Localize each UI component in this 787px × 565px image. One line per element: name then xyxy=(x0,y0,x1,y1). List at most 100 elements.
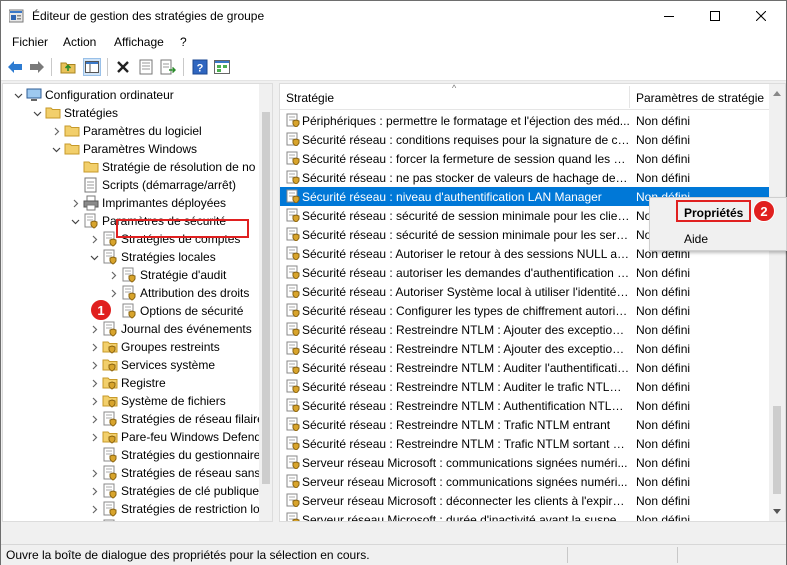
column-divider[interactable] xyxy=(629,86,630,108)
close-button[interactable] xyxy=(738,1,784,31)
maximize-button[interactable] xyxy=(692,1,738,31)
tree-item-label: Stratégie d'audit xyxy=(140,268,227,282)
context-menu-help[interactable]: Aide xyxy=(650,228,786,250)
menu-affichage[interactable]: Affichage xyxy=(114,35,164,49)
policy-name: Sécurité réseau : conditions requises po… xyxy=(302,133,630,147)
column-header-strategie[interactable]: Stratégie xyxy=(286,91,334,105)
back-button[interactable] xyxy=(6,58,24,76)
chevron-right-icon[interactable] xyxy=(86,231,102,247)
tree-item[interactable]: Paramètres Windows xyxy=(48,140,197,158)
view-button[interactable] xyxy=(213,58,231,76)
tree-item[interactable]: Paramètres du logiciel xyxy=(48,122,202,140)
policy-row[interactable]: Sécurité réseau : Restreindre NTLM : Tra… xyxy=(280,434,769,453)
menu-fichier[interactable]: Fichier xyxy=(12,35,48,49)
tree-item[interactable]: Stratégies de réseau sans xyxy=(86,464,260,482)
export-list-button[interactable] xyxy=(159,58,177,76)
policy-row[interactable]: Sécurité réseau : ne pas stocker de vale… xyxy=(280,168,769,187)
security-icon xyxy=(121,267,137,283)
policy-row[interactable]: Sécurité réseau : Autoriser Système loca… xyxy=(280,282,769,301)
menu-action[interactable]: Action xyxy=(63,35,96,49)
chevron-down-icon[interactable] xyxy=(86,249,102,265)
chevron-down-icon[interactable] xyxy=(10,87,26,103)
help-button[interactable]: ? xyxy=(191,58,209,76)
tree-item[interactable]: Scripts (démarrage/arrêt) xyxy=(67,176,236,194)
chevron-down-icon[interactable] xyxy=(48,141,64,157)
scroll-up-icon[interactable] xyxy=(773,90,781,96)
tree-item-label: Attribution des droits xyxy=(140,286,250,300)
list-scrollbar[interactable] xyxy=(769,84,785,521)
policy-row[interactable]: Sécurité réseau : autoriser les demandes… xyxy=(280,263,769,282)
chevron-right-icon[interactable] xyxy=(105,267,121,283)
tree-item[interactable]: Journal des événements xyxy=(86,320,252,338)
tree-item[interactable]: Stratégies du gestionnaire xyxy=(86,446,260,464)
tree-item[interactable]: Configuration ordinateur xyxy=(10,86,174,104)
tree-scrollbar[interactable] xyxy=(259,84,272,521)
sort-arrow-icon: ^ xyxy=(452,83,457,93)
chevron-right-icon[interactable] xyxy=(86,519,102,521)
tree-item[interactable]: Pare-feu Windows Defend xyxy=(86,428,261,446)
scroll-down-icon[interactable] xyxy=(773,509,781,515)
tree-item[interactable]: Groupes restreints xyxy=(86,338,220,356)
policy-row[interactable]: Sécurité réseau : conditions requises po… xyxy=(280,130,769,149)
policy-row[interactable]: Sécurité réseau : Restreindre NTLM : Ajo… xyxy=(280,339,769,358)
tree-item[interactable]: Stratégies de réseau filaire xyxy=(86,410,264,428)
tree-item[interactable]: Stratégie d'audit xyxy=(105,266,226,284)
chevron-right-icon[interactable] xyxy=(86,339,102,355)
minimize-button[interactable] xyxy=(646,1,692,31)
policy-row[interactable]: Sécurité réseau : Configurer les types d… xyxy=(280,301,769,320)
policy-row[interactable]: Sécurité réseau : Restreindre NTLM : Aud… xyxy=(280,377,769,396)
delete-button[interactable] xyxy=(114,58,132,76)
policy-name: Sécurité réseau : sécurité de session mi… xyxy=(302,209,630,223)
chevron-right-icon[interactable] xyxy=(86,465,102,481)
tree-item[interactable]: Stratégie de résolution de no xyxy=(67,158,255,176)
tree-item[interactable]: Stratégies de contrôle xyxy=(86,518,238,521)
policy-row[interactable]: Périphériques : permettre le formatage e… xyxy=(280,111,769,130)
tree-scrollbar-thumb[interactable] xyxy=(262,112,270,484)
chevron-down-icon[interactable] xyxy=(29,105,45,121)
policy-row[interactable]: Serveur réseau Microsoft : communication… xyxy=(280,453,769,472)
policy-row[interactable]: Sécurité réseau : Restreindre NTLM : Aud… xyxy=(280,358,769,377)
chevron-right-icon[interactable] xyxy=(48,123,64,139)
chevron-right-icon[interactable] xyxy=(86,411,102,427)
policy-row[interactable]: Serveur réseau Microsoft : durée d'inact… xyxy=(280,510,769,521)
chevron-right-icon[interactable] xyxy=(86,321,102,337)
tree-item[interactable]: Options de sécurité xyxy=(105,302,243,320)
forward-button[interactable] xyxy=(28,58,46,76)
tree-item[interactable]: Attribution des droits xyxy=(105,284,249,302)
policy-row[interactable]: Sécurité réseau : Restreindre NTLM : Ajo… xyxy=(280,320,769,339)
tree-item[interactable]: Stratégies locales xyxy=(86,248,216,266)
security-icon xyxy=(102,465,118,481)
tree-item[interactable]: Registre xyxy=(86,374,166,392)
chevron-right-icon[interactable] xyxy=(86,483,102,499)
policy-icon xyxy=(286,398,300,412)
show-hide-tree-icon xyxy=(85,61,99,73)
policy-setting: Non défini xyxy=(636,380,691,394)
tree-item-label: Paramètres du logiciel xyxy=(83,124,202,138)
policy-row[interactable]: Serveur réseau Microsoft : déconnecter l… xyxy=(280,491,769,510)
menu-help[interactable]: ? xyxy=(180,35,187,49)
tree-item[interactable]: Système de fichiers xyxy=(86,392,226,410)
up-folder-button[interactable] xyxy=(59,58,77,76)
show-hide-tree-button[interactable] xyxy=(83,58,101,76)
tree-item[interactable]: Imprimantes déployées xyxy=(67,194,226,212)
tree-item[interactable]: Stratégies xyxy=(29,104,118,122)
chevron-right-icon[interactable] xyxy=(86,501,102,517)
column-header-parametres[interactable]: Paramètres de stratégie xyxy=(636,91,764,105)
chevron-right-icon[interactable] xyxy=(86,357,102,373)
policy-row[interactable]: Sécurité réseau : forcer la fermeture de… xyxy=(280,149,769,168)
chevron-right-icon[interactable] xyxy=(86,375,102,391)
policy-row[interactable]: Sécurité réseau : Restreindre NTLM : Aut… xyxy=(280,396,769,415)
tree-item[interactable]: Services système xyxy=(86,356,215,374)
chevron-down-icon[interactable] xyxy=(67,213,83,229)
tree-item[interactable]: Stratégies de clé publique xyxy=(86,482,259,500)
properties-button[interactable] xyxy=(137,58,155,76)
policy-row[interactable]: Serveur réseau Microsoft : communication… xyxy=(280,472,769,491)
chevron-right-icon[interactable] xyxy=(67,195,83,211)
list-scrollbar-thumb[interactable] xyxy=(773,406,781,494)
chevron-right-icon[interactable] xyxy=(86,393,102,409)
policy-row[interactable]: Sécurité réseau : Restreindre NTLM : Tra… xyxy=(280,415,769,434)
chevron-right-icon[interactable] xyxy=(86,429,102,445)
chevron-right-icon[interactable] xyxy=(105,285,121,301)
status-text: Ouvre la boîte de dialogue des propriété… xyxy=(6,548,370,562)
tree-item[interactable]: Stratégies de restriction lo xyxy=(86,500,260,518)
